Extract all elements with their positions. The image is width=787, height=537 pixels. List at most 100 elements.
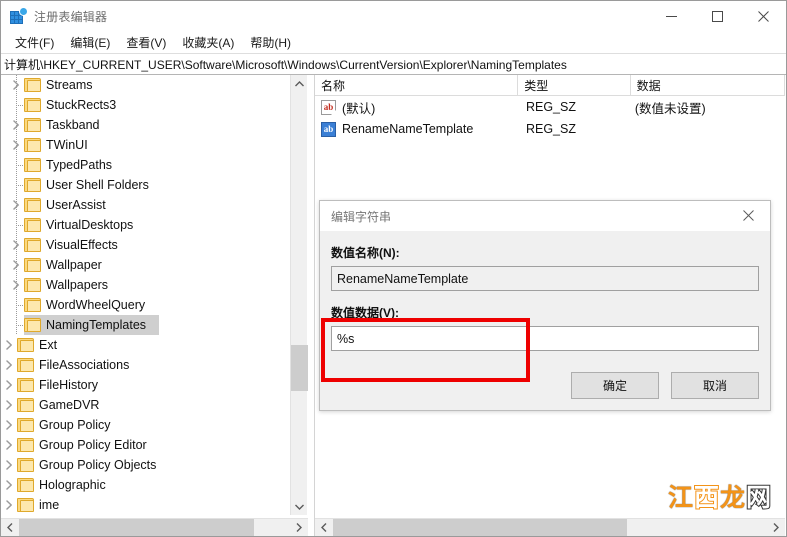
value-type: REG_SZ	[525, 122, 576, 136]
close-button[interactable]	[740, 1, 786, 32]
scroll-right-icon[interactable]	[767, 519, 785, 536]
dialog-title: 编辑字符串	[331, 209, 392, 224]
tree-item-filehistory[interactable]: FileHistory	[1, 375, 290, 395]
dialog-close-button[interactable]	[726, 201, 770, 230]
menu-favorites[interactable]: 收藏夹(A)	[174, 32, 242, 53]
tree-vertical-scrollbar[interactable]	[290, 75, 308, 515]
chevron-right-icon[interactable]	[1, 495, 17, 515]
tree-item-label: Ext	[39, 338, 58, 352]
tree-item-visualeffects[interactable]: VisualEffects	[1, 235, 290, 255]
values-column-header: 名称 类型 数据	[315, 75, 785, 96]
folder-icon	[24, 138, 41, 152]
string-value-icon: ab	[321, 121, 336, 137]
folder-icon	[17, 418, 34, 432]
scroll-left-icon[interactable]	[315, 519, 333, 536]
tree-item-group-policy-editor[interactable]: Group Policy Editor	[1, 435, 290, 455]
tree-item-ext[interactable]: Ext	[1, 335, 290, 355]
tree-scroll-thumb[interactable]	[291, 345, 308, 391]
ok-button[interactable]: 确定	[571, 372, 659, 399]
chevron-right-icon[interactable]	[8, 115, 24, 135]
tree-item-label: Wallpaper	[46, 258, 102, 272]
registry-tree[interactable]: Streams StuckRects3 Taskband TWinUI TypedPat…	[1, 75, 290, 515]
column-header-data[interactable]: 数据	[631, 75, 785, 96]
chevron-right-icon[interactable]	[1, 395, 17, 415]
dialog-title-bar: 编辑字符串	[320, 201, 770, 231]
menu-edit[interactable]: 编辑(E)	[62, 32, 118, 53]
column-header-name[interactable]: 名称	[315, 75, 519, 96]
tree-leaf-spacer	[8, 315, 24, 335]
chevron-right-icon[interactable]	[1, 475, 17, 495]
tree-item-label: UserAssist	[46, 198, 106, 212]
tree-item-stuckrects3[interactable]: StuckRects3	[1, 95, 290, 115]
tree-item-wallpaper[interactable]: Wallpaper	[1, 255, 290, 275]
tree-item-namingtemplates[interactable]: NamingTemplates	[1, 315, 290, 335]
folder-icon	[24, 298, 41, 312]
folder-icon	[24, 118, 41, 132]
scroll-left-icon[interactable]	[1, 519, 19, 536]
chevron-right-icon[interactable]	[8, 75, 24, 95]
folder-icon	[24, 178, 41, 192]
values-hscroll-thumb[interactable]	[333, 519, 627, 536]
tree-item-virtualdesktops[interactable]: VirtualDesktops	[1, 215, 290, 235]
menu-view[interactable]: 查看(V)	[118, 32, 174, 53]
chevron-right-icon[interactable]	[8, 275, 24, 295]
scroll-right-icon[interactable]	[290, 519, 308, 536]
tree-item-label: TWinUI	[46, 138, 88, 152]
chevron-right-icon[interactable]	[8, 255, 24, 275]
tree-item-label: User Shell Folders	[46, 178, 149, 192]
chevron-right-icon[interactable]	[1, 355, 17, 375]
tree-item-label: GameDVR	[39, 398, 100, 412]
address-bar[interactable]: 计算机\HKEY_CURRENT_USER\Software\Microsoft…	[1, 54, 786, 75]
tree-item-streams[interactable]: Streams	[1, 75, 290, 95]
tree-item-userassist[interactable]: UserAssist	[1, 195, 290, 215]
scroll-up-icon[interactable]	[291, 75, 308, 92]
tree-leaf-spacer	[8, 155, 24, 175]
tree-item-group-policy-objects[interactable]: Group Policy Objects	[1, 455, 290, 475]
scroll-down-icon[interactable]	[291, 498, 308, 515]
chevron-right-icon[interactable]	[8, 135, 24, 155]
table-row[interactable]: ab RenameNameTemplate REG_SZ	[315, 118, 785, 140]
cancel-button[interactable]: 取消	[671, 372, 759, 399]
tree-item-typedpaths[interactable]: TypedPaths	[1, 155, 290, 175]
tree-item-label: Group Policy Editor	[39, 438, 147, 452]
folder-icon	[24, 218, 41, 232]
chevron-right-icon[interactable]	[1, 435, 17, 455]
tree-item-holographic[interactable]: Holographic	[1, 475, 290, 495]
table-row[interactable]: ab (默认) REG_SZ (数值未设置)	[315, 96, 785, 118]
tree-item-twinui[interactable]: TWinUI	[1, 135, 290, 155]
chevron-right-icon[interactable]	[8, 195, 24, 215]
chevron-right-icon[interactable]	[1, 375, 17, 395]
tree-item-label: VisualEffects	[46, 238, 118, 252]
tree-hscroll-thumb[interactable]	[19, 519, 254, 536]
chevron-right-icon[interactable]	[1, 415, 17, 435]
folder-icon	[17, 378, 34, 392]
value-data-input[interactable]	[331, 326, 759, 351]
value-name-label: 数值名称(N):	[331, 246, 400, 260]
chevron-right-icon[interactable]	[1, 455, 17, 475]
tree-item-label: Group Policy	[39, 418, 111, 432]
values-horizontal-scrollbar[interactable]	[315, 518, 785, 536]
tree-item-gamedvr[interactable]: GameDVR	[1, 395, 290, 415]
watermark-char-1: 江	[667, 483, 694, 512]
menu-file[interactable]: 文件(F)	[7, 32, 62, 53]
tree-item-ime[interactable]: ime	[1, 495, 290, 515]
value-name-input[interactable]	[331, 266, 759, 291]
tree-item-wordwheelquery[interactable]: WordWheelQuery	[1, 295, 290, 315]
chevron-right-icon[interactable]	[8, 235, 24, 255]
tree-item-taskband[interactable]: Taskband	[1, 115, 290, 135]
dialog-body: 数值名称(N): 数值数据(V):	[320, 244, 770, 351]
tree-item-user-shell-folders[interactable]: User Shell Folders	[1, 175, 290, 195]
column-header-type[interactable]: 类型	[518, 75, 631, 96]
values-list: ab (默认) REG_SZ (数值未设置) ab RenameNameTemp…	[315, 96, 785, 140]
chevron-right-icon[interactable]	[1, 335, 17, 355]
minimize-button[interactable]	[648, 1, 694, 32]
tree-item-group-policy[interactable]: Group Policy	[1, 415, 290, 435]
tree-item-label: FileAssociations	[39, 358, 130, 372]
menu-help[interactable]: 帮助(H)	[242, 32, 299, 53]
tree-horizontal-scrollbar[interactable]	[1, 518, 308, 536]
watermark-char-2: 西	[693, 483, 720, 512]
folder-icon	[24, 98, 41, 112]
tree-item-fileassociations[interactable]: FileAssociations	[1, 355, 290, 375]
maximize-button[interactable]	[694, 1, 740, 32]
tree-item-wallpapers[interactable]: Wallpapers	[1, 275, 290, 295]
